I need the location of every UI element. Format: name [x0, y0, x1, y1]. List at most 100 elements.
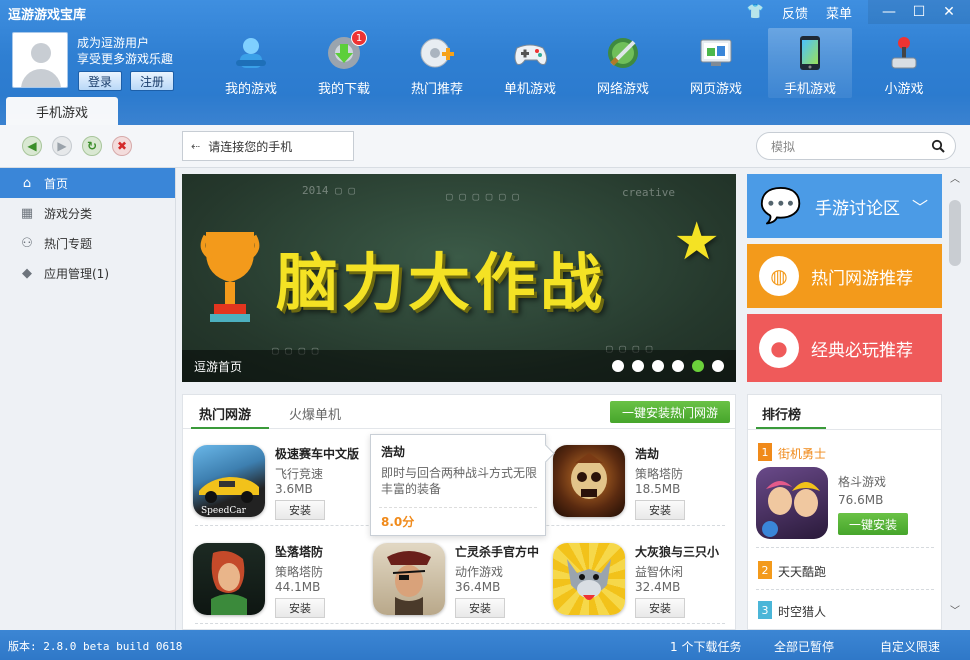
scroll-up-icon[interactable]: ︿ — [948, 170, 962, 185]
feedback-link[interactable]: 反馈 — [782, 3, 808, 22]
nav-label: 我的下载 — [317, 82, 370, 97]
svg-text:SpeedCar: SpeedCar — [201, 506, 247, 516]
avatar[interactable] — [12, 32, 68, 88]
game-card[interactable]: 亡灵杀手官方中 动作游戏 36.4MB 安装 — [363, 535, 543, 618]
nav-my-games[interactable]: 我的游戏 — [209, 28, 293, 98]
forward-icon[interactable]: ▶ — [52, 136, 72, 156]
game-name: 极速赛车中文版 — [275, 447, 360, 461]
install-all-button[interactable]: 一键安装热门网游 — [610, 401, 730, 423]
carousel-dot[interactable] — [612, 360, 624, 372]
nav-label: 单机游戏 — [503, 82, 556, 97]
maximize-button[interactable]: ☐ — [904, 1, 934, 23]
game-card[interactable]: 坠落塔防 策略塔防 44.1MB 安装 — [183, 535, 363, 618]
sidebar-item-topics[interactable]: ⚇ 热门专题 — [0, 228, 175, 258]
carousel-dot[interactable] — [632, 360, 644, 372]
nav-online-games[interactable]: 网络游戏 — [581, 28, 665, 98]
promo-classic[interactable]: ● 经典必玩推荐 — [747, 314, 942, 382]
avatar-head-shape — [31, 43, 51, 63]
promo-label: 经典必玩推荐 — [811, 340, 913, 361]
sidebar-item-label: 应用管理(1) — [44, 266, 109, 281]
top-right-controls: 👕 反馈 菜单 — ☐ ✕ — [729, 0, 970, 24]
carousel-dot[interactable] — [712, 360, 724, 372]
nav-mini-games[interactable]: 小游戏 — [862, 28, 946, 98]
scroll-down-icon[interactable]: ﹀ — [948, 602, 962, 617]
game-name: 亡灵杀手官方中 — [455, 545, 540, 559]
main-scrollbar[interactable]: ︿ ﹀ — [946, 168, 964, 630]
tooltip-score: 8.0分 — [381, 515, 415, 529]
menu-link[interactable]: 菜单 — [826, 3, 852, 22]
install-button[interactable]: 安装 — [635, 500, 685, 520]
sidebar: ⌂ 首页 ▦ 游戏分类 ⚇ 热门专题 ◆ 应用管理(1) — [0, 168, 176, 630]
back-icon[interactable]: ◀ — [22, 136, 42, 156]
web-game-icon — [697, 34, 735, 72]
speed-limit-link[interactable]: 自定义限速 — [880, 638, 940, 655]
sidebar-item-label: 首页 — [44, 176, 69, 191]
online-game-icon — [604, 34, 642, 72]
download-count-badge: 1 — [351, 30, 367, 46]
download-tasks-link[interactable]: 1 个下载任务 — [670, 638, 741, 655]
nav-mobile-games[interactable]: 手机游戏 — [768, 28, 852, 98]
rank-item-name[interactable]: 天天酷跑 — [778, 563, 826, 580]
scrollbar-thumb[interactable] — [949, 200, 961, 266]
search-input[interactable]: 模拟 — [756, 132, 956, 160]
sidebar-item-categories[interactable]: ▦ 游戏分类 — [0, 198, 175, 228]
home-icon: ⌂ — [22, 175, 32, 191]
rank-badge: 2 — [758, 561, 772, 579]
tab-mobile-games[interactable]: 手机游戏 — [6, 97, 118, 125]
game-size: 18.5MB — [635, 482, 681, 496]
avatar-body-shape — [21, 69, 61, 87]
warrior-game-icon — [193, 543, 265, 615]
nav-label: 手机游戏 — [783, 82, 836, 97]
carousel-dots — [612, 360, 724, 372]
close-button[interactable]: ✕ — [934, 1, 964, 23]
tab-hot-online[interactable]: 热门网游 — [199, 404, 251, 423]
minimize-button[interactable]: — — [874, 1, 904, 23]
pause-all-link[interactable]: 全部已暂停 — [774, 638, 834, 655]
nav-my-downloads[interactable]: 1 我的下载 — [302, 28, 386, 98]
rank-item-name[interactable]: 时空猎人 — [778, 603, 826, 620]
skin-button[interactable]: 👕 — [747, 4, 764, 20]
install-button[interactable]: 安装 — [455, 598, 505, 618]
hot-recommend-icon — [418, 34, 456, 72]
stop-icon[interactable]: ✖ — [112, 136, 132, 156]
banner-title: 脑力大作战 — [276, 246, 607, 319]
rank-item-category: 格斗游戏 — [838, 475, 887, 489]
promo-forum[interactable]: 💬 手游讨论区 ﹀ — [747, 174, 942, 238]
login-button[interactable]: 登录 — [78, 71, 122, 91]
row-divider — [756, 589, 934, 590]
install-button[interactable]: 安装 — [275, 598, 325, 618]
sidebar-item-home[interactable]: ⌂ 首页 — [0, 168, 175, 198]
street-fighter-game-icon — [756, 467, 828, 539]
basketball-icon: ◍ — [759, 256, 799, 296]
game-card[interactable]: 浩劫 策略塔防 18.5MB 安装 — [543, 437, 723, 520]
game-card[interactable]: 大灰狼与三只小 益智休闲 32.4MB 安装 — [543, 535, 723, 618]
phone-connect-box[interactable]: ⇠ 请连接您的手机 — [182, 131, 354, 161]
install-button[interactable]: 安装 — [635, 598, 685, 618]
carousel-dot[interactable] — [672, 360, 684, 372]
nav-hot-recommend[interactable]: 热门推荐 — [395, 28, 479, 98]
carousel-dot[interactable] — [652, 360, 664, 372]
one-click-install-button[interactable]: 一键安装 — [838, 513, 908, 535]
register-button[interactable]: 注册 — [130, 71, 174, 91]
game-name: 大灰狼与三只小 — [635, 545, 720, 559]
promo-hot-online[interactable]: ◍ 热门网游推荐 — [747, 244, 942, 308]
game-card[interactable]: SpeedCar 极速赛车中文版 飞行竞速 3.6MB 安装 — [183, 437, 363, 520]
refresh-icon[interactable]: ↻ — [82, 136, 102, 156]
mobile-game-icon — [791, 34, 829, 72]
nav-label: 热门推荐 — [410, 82, 463, 97]
game-category: 动作游戏 — [455, 565, 504, 579]
banner-carousel[interactable]: 2014 ▢ ▢ ▢ ▢ ▢ ▢ ▢ ▢ creative ▢ ▢ ▢ ▢ ▢ … — [182, 174, 736, 382]
nav-web-games[interactable]: 网页游戏 — [674, 28, 758, 98]
sidebar-item-app-management[interactable]: ◆ 应用管理(1) — [0, 258, 175, 288]
phone-connect-label: 请连接您的手机 — [208, 139, 293, 154]
trophy-icon — [200, 232, 260, 322]
install-button[interactable]: 安装 — [275, 500, 325, 520]
rank-item-name[interactable]: 街机勇士 — [778, 445, 826, 462]
tab-hot-standalone[interactable]: 火爆单机 — [289, 404, 341, 423]
nav-standalone-games[interactable]: 单机游戏 — [488, 28, 572, 98]
carousel-dot[interactable] — [692, 360, 704, 372]
row-divider — [756, 547, 934, 548]
chevron-down-icon: ﹀ — [912, 198, 929, 217]
search-icon[interactable] — [931, 139, 945, 153]
sidebar-item-label: 热门专题 — [44, 236, 93, 251]
